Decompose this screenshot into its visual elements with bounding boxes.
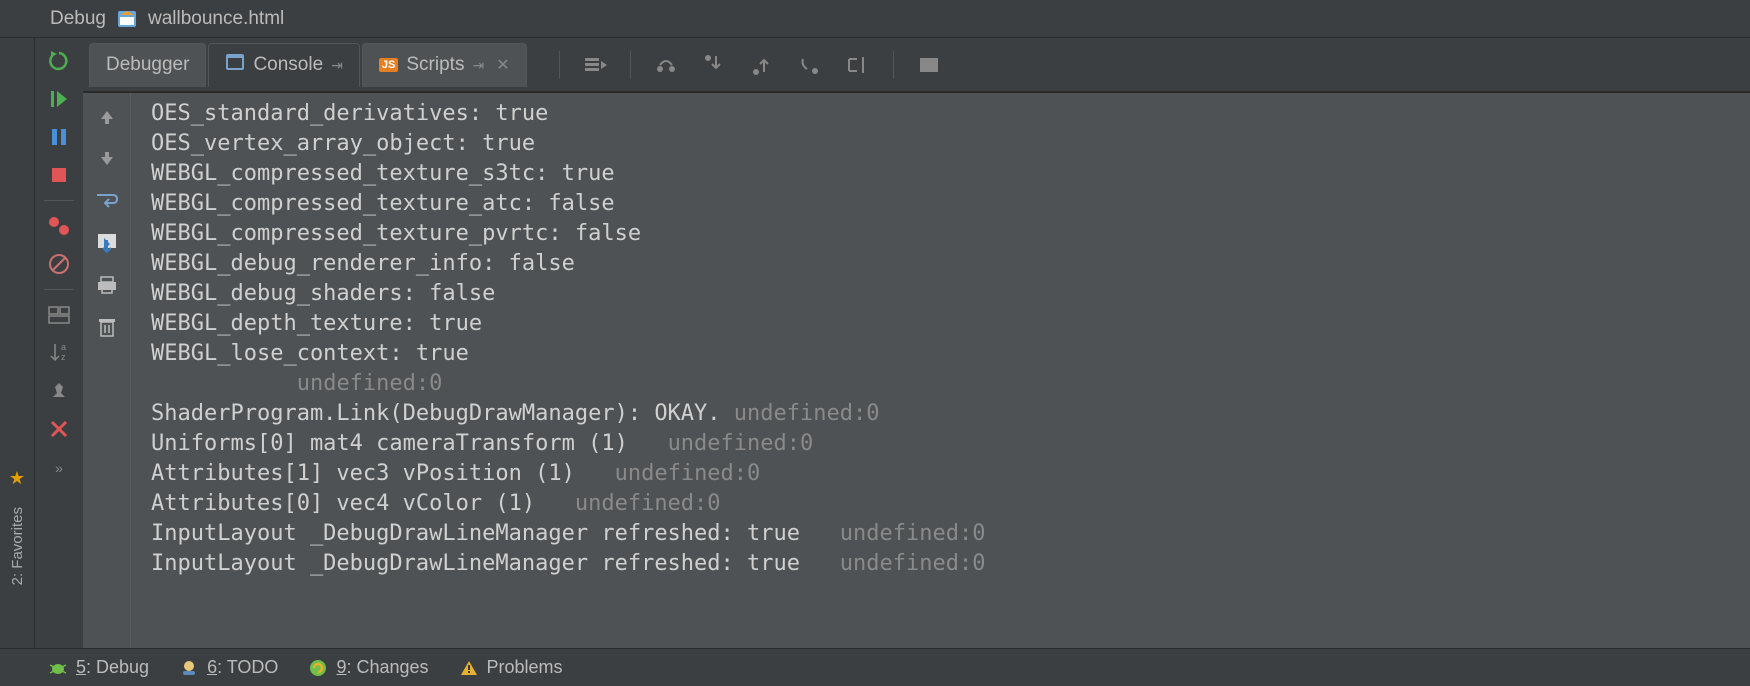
pin-indicator-icon: ⇥ [472, 57, 484, 74]
step-into-icon[interactable] [701, 52, 727, 78]
svg-text:a: a [61, 342, 66, 352]
console-gutter [83, 93, 131, 648]
show-execution-point-icon[interactable] [582, 52, 608, 78]
gutter-separator [44, 200, 74, 201]
statusbar: 5: Debug 6: TODO 9: Changes Problems [0, 648, 1750, 686]
gutter-separator [44, 289, 74, 290]
pin-indicator-icon: ⇥ [331, 57, 343, 74]
debug-action-gutter: az » [35, 38, 83, 648]
console-tab-icon [225, 53, 245, 77]
collapse-chevron-icon[interactable]: » [55, 460, 63, 476]
status-label: 9: Changes [336, 657, 428, 678]
scroll-down-icon[interactable] [93, 145, 121, 173]
close-icon[interactable] [44, 414, 74, 444]
js-file-icon: JS [379, 58, 398, 72]
status-todo[interactable]: 6: TODO [179, 657, 278, 678]
mute-breakpoints-icon[interactable] [44, 249, 74, 279]
print-icon[interactable] [93, 271, 121, 299]
drop-frame-icon[interactable] [797, 52, 823, 78]
resume-icon[interactable] [44, 84, 74, 114]
tab-scripts[interactable]: JS Scripts ⇥ ✕ [362, 43, 527, 87]
layout-settings-icon[interactable] [44, 300, 74, 330]
tab-debugger[interactable]: Debugger [89, 43, 206, 87]
status-label: 5: Debug [76, 657, 149, 678]
changes-icon [308, 658, 328, 678]
left-sidebar: ★ 2: Favorites [0, 38, 35, 648]
svg-text:z: z [61, 352, 66, 362]
scroll-to-end-icon[interactable] [93, 229, 121, 257]
view-breakpoints-icon[interactable] [44, 211, 74, 241]
status-debug[interactable]: 5: Debug [48, 657, 149, 678]
status-label: 6: TODO [207, 657, 278, 678]
debug-header: Debug wallbounce.html [0, 0, 1750, 38]
todo-icon [179, 658, 199, 678]
status-problems[interactable]: Problems [459, 657, 563, 678]
pause-icon[interactable] [44, 122, 74, 152]
tab-label: Console [253, 54, 323, 76]
warning-icon [459, 658, 479, 678]
rerun-icon[interactable] [44, 46, 74, 76]
status-label: Problems [487, 657, 563, 678]
html-file-icon [116, 8, 138, 30]
step-out-icon[interactable] [749, 52, 775, 78]
status-changes[interactable]: 9: Changes [308, 657, 428, 678]
step-over-icon[interactable] [653, 52, 679, 78]
favorites-star-icon: ★ [9, 468, 25, 489]
run-to-cursor-icon[interactable] [845, 52, 871, 78]
console-output[interactable]: OES_standard_derivatives: trueOES_vertex… [131, 93, 1750, 648]
sort-icon[interactable]: az [44, 338, 74, 368]
stop-icon[interactable] [44, 160, 74, 190]
evaluate-expression-icon[interactable] [916, 52, 942, 78]
tab-label: Scripts [406, 54, 464, 76]
filename-label: wallbounce.html [148, 8, 284, 30]
clear-all-icon[interactable] [93, 313, 121, 341]
debug-tabbar: Debugger Console ⇥ JS Scripts ⇥ ✕ [83, 38, 1750, 92]
favorites-tool-tab[interactable]: 2: Favorites [9, 507, 26, 585]
toolbar-separator [559, 51, 560, 79]
pin-icon[interactable] [44, 376, 74, 406]
toolbar-separator [630, 51, 631, 79]
bug-icon [48, 658, 68, 678]
scroll-up-icon[interactable] [93, 103, 121, 131]
toolbar-separator [893, 51, 894, 79]
tab-console[interactable]: Console ⇥ [208, 43, 359, 87]
tab-close-icon[interactable]: ✕ [496, 55, 509, 75]
tab-label: Debugger [106, 54, 189, 76]
soft-wrap-icon[interactable] [93, 187, 121, 215]
step-toolbar [559, 51, 942, 79]
header-title: Debug [50, 8, 106, 30]
